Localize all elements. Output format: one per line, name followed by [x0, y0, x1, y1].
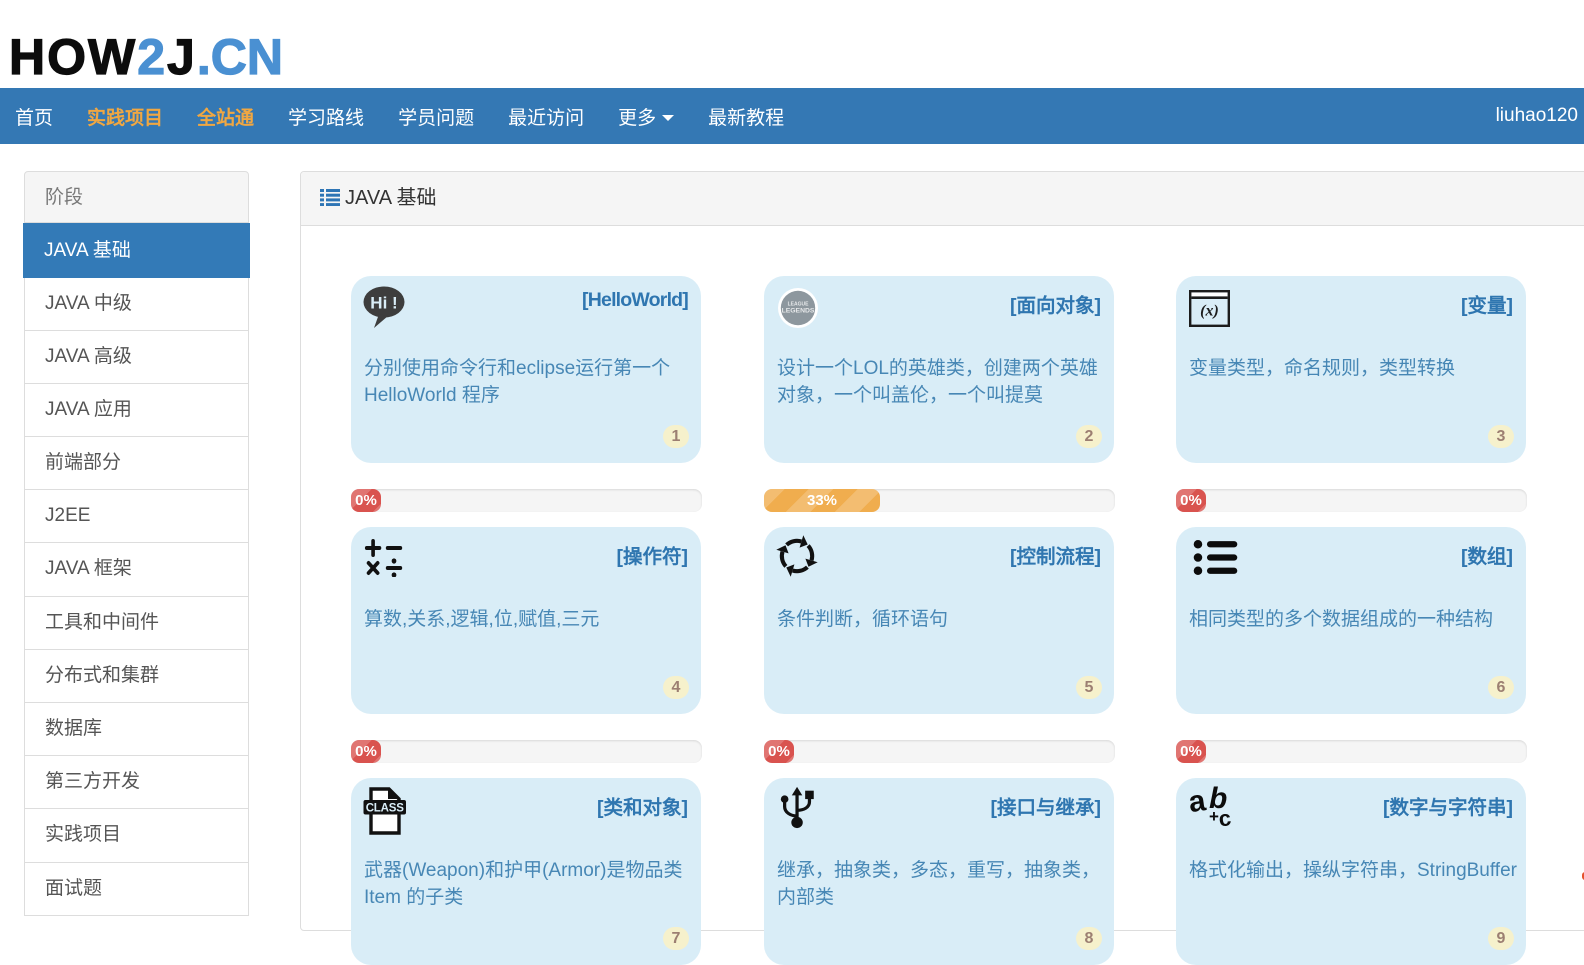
svg-text:a: a [1189, 784, 1208, 819]
svg-text:CLASS: CLASS [366, 803, 405, 815]
svg-text:LEGENDS: LEGENDS [782, 308, 815, 315]
svg-text:Hi !: Hi ! [370, 294, 397, 313]
svg-text:(x): (x) [1200, 303, 1219, 320]
svg-text:c: c [1217, 805, 1233, 827]
